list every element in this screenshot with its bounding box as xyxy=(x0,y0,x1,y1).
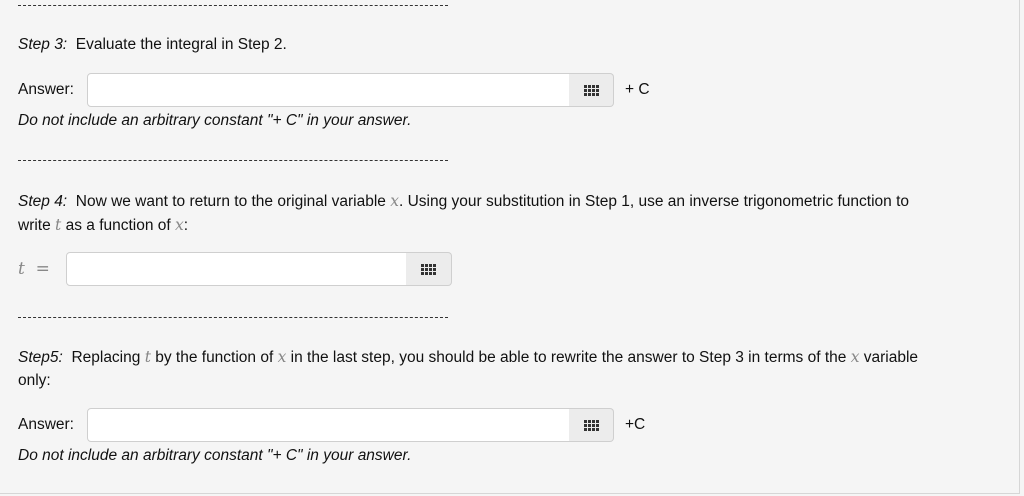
step4-text-a: Now we want to return to the original va… xyxy=(75,193,391,210)
step5-text-b: by the function of xyxy=(150,349,278,366)
grid-keypad-icon xyxy=(583,419,599,431)
step3-instruction: Step 3: Evaluate the integral in Step 2. xyxy=(18,33,287,57)
step3-label: Step 3: xyxy=(18,36,68,53)
step3-answer-label: Answer: xyxy=(18,81,74,98)
step3-answer-input[interactable] xyxy=(87,73,570,107)
step5-text-a: Replacing xyxy=(71,349,145,366)
step5-note: Do not include an arbitrary constant "+ … xyxy=(18,447,412,464)
question-panel: Step 3: Evaluate the integral in Step 2.… xyxy=(0,0,1020,494)
step3-palette-button[interactable] xyxy=(569,73,614,107)
separator-3 xyxy=(18,317,448,318)
math-var-x: x xyxy=(390,192,399,210)
step5-instruction-line1: Step5: Replacing t by the function of x … xyxy=(18,345,918,370)
step4-text-b: . Using your substitution in Step 1, use… xyxy=(398,193,910,210)
step4-palette-button[interactable] xyxy=(406,252,452,286)
step4-equation-lhs: t = xyxy=(18,257,50,281)
step3-constant-suffix: + C xyxy=(625,81,650,98)
step3-text: Evaluate the integral in Step 2. xyxy=(75,36,287,53)
step5-label: Step5: xyxy=(18,349,63,366)
step4-instruction-line2: write t as a function of x: xyxy=(18,213,188,238)
step4-text-d: as a function of xyxy=(61,217,176,234)
separator-top xyxy=(18,5,448,6)
step5-text-d: variable xyxy=(859,349,919,366)
separator-2 xyxy=(18,160,448,161)
step5-palette-button[interactable] xyxy=(569,408,614,442)
step4-text-e: : xyxy=(183,217,189,234)
math-var-t: t xyxy=(18,259,25,279)
step5-constant-suffix: +C xyxy=(625,416,646,433)
grid-keypad-icon xyxy=(421,263,436,275)
step5-instruction-line2: only: xyxy=(18,372,51,389)
math-var-x: x xyxy=(175,216,184,234)
step5-answer-input[interactable] xyxy=(87,408,570,442)
step5-text-c: in the last step, you should be able to … xyxy=(286,349,851,366)
equals-sign: = xyxy=(35,259,50,279)
step4-label: Step 4: xyxy=(18,193,68,210)
step3-note: Do not include an arbitrary constant "+ … xyxy=(18,112,412,129)
step4-text-c: write xyxy=(18,217,56,234)
step4-answer-input[interactable] xyxy=(66,252,407,286)
step5-answer-label: Answer: xyxy=(18,416,74,433)
step4-instruction-line1: Step 4: Now we want to return to the ori… xyxy=(18,189,909,214)
grid-keypad-icon xyxy=(583,84,599,96)
